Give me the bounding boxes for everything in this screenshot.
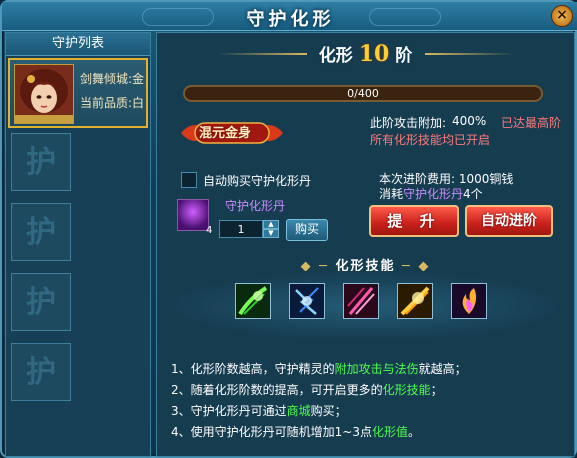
upgrade-button[interactable]: 提 升 [369, 205, 459, 237]
auto-buy-checkbox[interactable] [181, 172, 197, 188]
green-swirl-skill-icon[interactable] [235, 283, 271, 319]
transform-panel: 化形 10 阶 0/400 混元金身 此阶攻击附加: 400% 已达最高阶 所有… [156, 32, 575, 457]
tip-line: 2、随着化形阶数的提高，可开启更多的化形技能； [171, 380, 571, 401]
tips-list: 1、化形阶数越高，守护精灵的附加攻击与法伤就越高； 2、随着化形阶数的提高，可开启… [171, 359, 571, 443]
tip-text: 购买； [310, 404, 347, 418]
emblem-text: 混元金身 [199, 126, 252, 141]
item-name: 守护化形丹 [225, 199, 286, 213]
tip-text: 3、守护化形丹可通过 [171, 404, 287, 418]
tip-highlight: 附加攻击与法伤 [334, 362, 419, 376]
title-emblem: 混元金身 [177, 119, 287, 147]
auto-upgrade-button[interactable]: 自动进阶 [465, 205, 553, 237]
consume-prefix: 消耗 [379, 187, 404, 201]
tip-line: 3、守护化形丹可通过商城购买； [171, 401, 571, 422]
stage-level: 10 [358, 41, 390, 67]
stage-prefix: 化形 [318, 46, 353, 66]
guard-quality: 当前品质:白 [80, 96, 145, 110]
consume-item: 守护化形丹 [403, 187, 464, 201]
bonus-value: 400% [452, 114, 487, 128]
tip-text: 2、随着化形阶数的提高，可开启更多的 [171, 383, 383, 397]
guard-list-item[interactable]: 剑舞倾城:金 当前品质:白 [8, 58, 148, 128]
empty-guard-slot[interactable]: 护 [11, 133, 71, 191]
blue-lightning-skill-icon[interactable] [289, 283, 325, 319]
empty-guard-slot[interactable]: 护 [11, 203, 71, 261]
tip-text: ； [430, 383, 443, 397]
stage-title: 化形 10 阶 [157, 41, 574, 67]
guard-list-panel: 守护列表 剑舞倾城:金 当前品质:白 护 护 护 护 [5, 32, 151, 457]
window-frame: 守护化形 × 守护列表 剑舞倾城:金 当前品质:白 护 护 护 护 化形 10 … [0, 0, 577, 458]
quantity-up-icon[interactable]: ▲ [263, 220, 279, 229]
guard-list-header: 守护列表 [6, 33, 150, 56]
pink-slash-skill-icon[interactable] [343, 283, 379, 319]
quantity-input[interactable] [219, 220, 263, 238]
window-title: 守护化形 [246, 9, 335, 30]
tip-text: 。 [407, 425, 420, 439]
empty-guard-slot[interactable]: 护 [11, 273, 71, 331]
empty-guard-slot[interactable]: 护 [11, 343, 71, 401]
close-button[interactable]: × [551, 5, 573, 27]
gold-strike-skill-icon[interactable] [397, 283, 433, 319]
tip-highlight: 商城 [286, 404, 311, 418]
max-level-status: 已达最高阶 [501, 116, 562, 130]
tip-line: 1、化形阶数越高，守护精灵的附加攻击与法伤就越高； [171, 359, 571, 380]
tip-highlight: 化形值 [371, 425, 408, 439]
stage-suffix: 阶 [395, 46, 413, 66]
transform-pill-icon[interactable] [177, 199, 209, 231]
progress-text: 0/400 [347, 87, 379, 100]
consume-suffix: 4个 [463, 187, 483, 201]
tip-text: 4、使用守护化形丹可随机增加1~3点 [171, 425, 372, 439]
tip-line: 4、使用守护化形丹可随机增加1~3点化形值。 [171, 422, 571, 443]
title-bar: 守护化形 × [2, 2, 577, 31]
consume-line: 消耗守护化形丹4个 [379, 185, 483, 202]
auto-buy-label: 自动购买守护化形丹 [203, 174, 312, 188]
tip-highlight: 化形技能 [382, 383, 431, 397]
quantity-down-icon[interactable]: ▼ [263, 229, 279, 238]
item-count: 4 [206, 225, 213, 236]
tip-text: 1、化形阶数越高，守护精灵的 [171, 362, 335, 376]
all-skills-open-text: 所有化形技能均已开启 [370, 133, 491, 147]
buy-button[interactable]: 购买 [286, 219, 328, 241]
progress-bar: 0/400 [183, 85, 543, 102]
tip-text: 就越高； [418, 362, 467, 376]
purple-flame-skill-icon[interactable] [451, 283, 487, 319]
bonus-label: 此阶攻击附加: [370, 116, 447, 130]
guard-name: 剑舞倾城:金 [80, 72, 145, 86]
guard-avatar [14, 64, 74, 124]
